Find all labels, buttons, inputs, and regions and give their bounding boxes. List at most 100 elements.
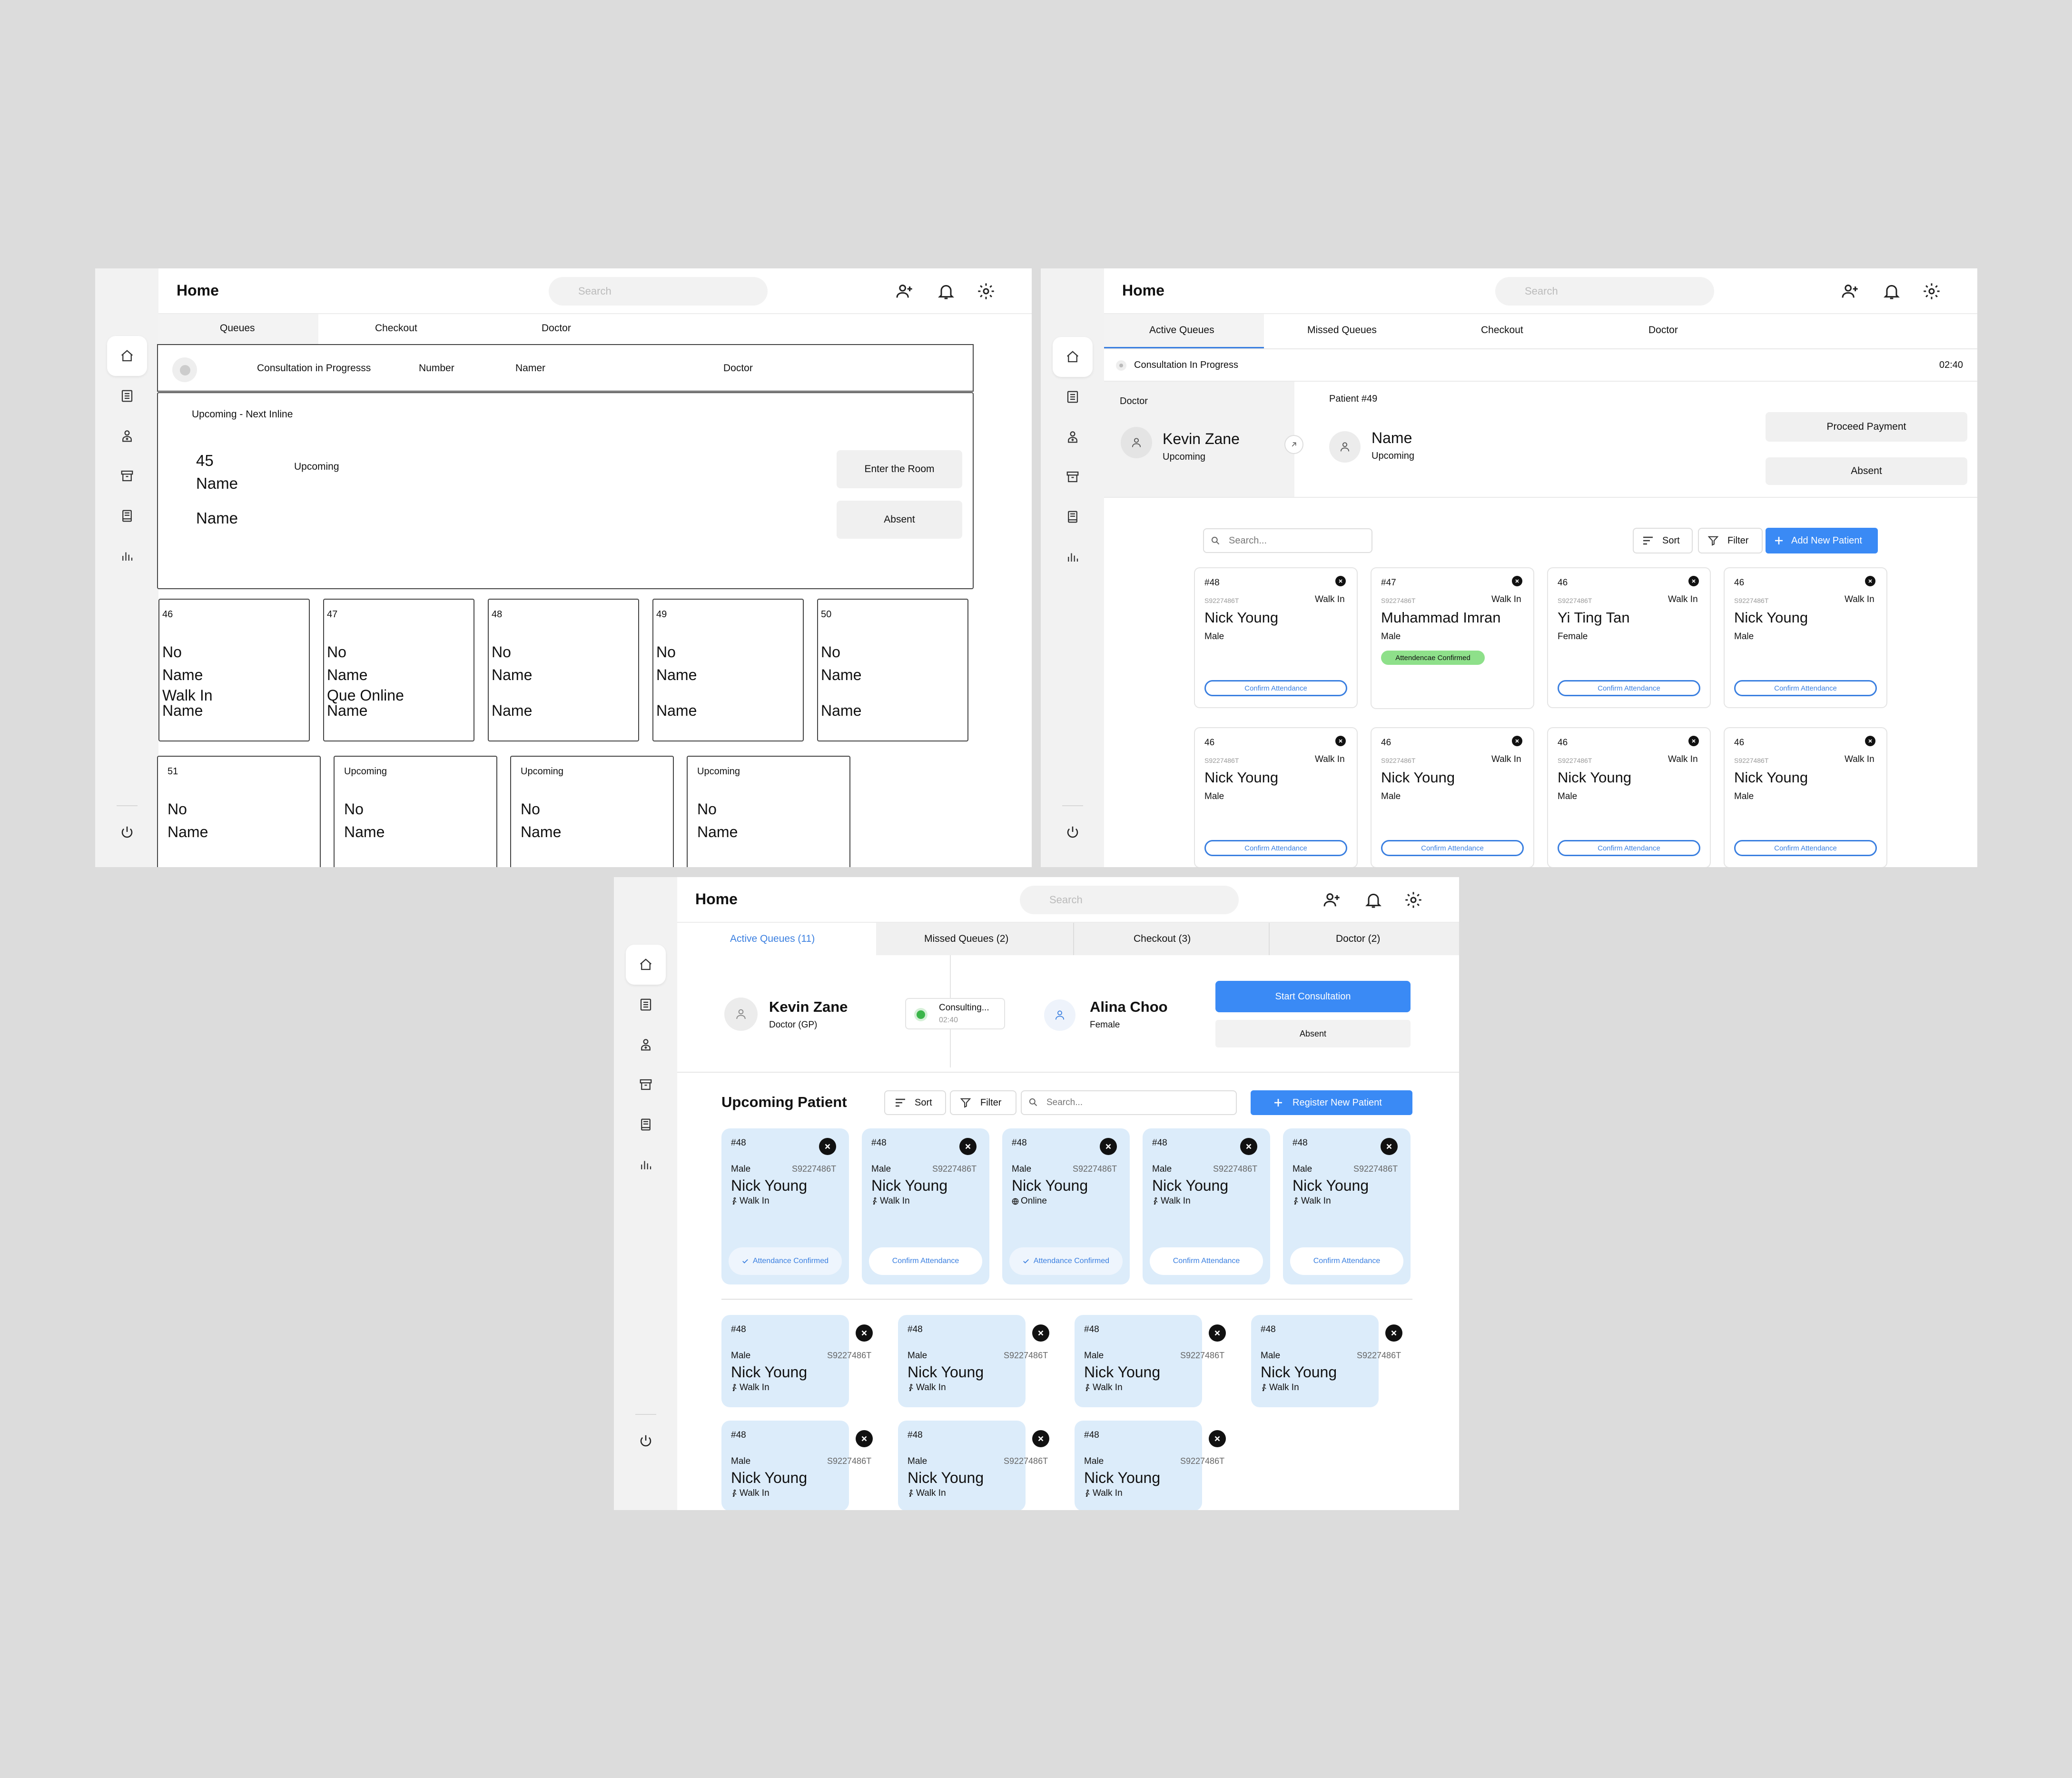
confirm-attendance-button[interactable]: Confirm Attendance [1290,1247,1403,1275]
remove-patient-button[interactable] [1512,736,1522,746]
confirm-attendance-button[interactable]: Confirm Attendance [1204,680,1347,696]
absent-button[interactable]: Absent [837,501,962,539]
logout-button[interactable] [1053,812,1093,852]
header-search-input[interactable]: Search [549,277,768,306]
queue-line-4: Name [821,702,862,719]
start-consultation-button[interactable]: Start Consultation [1215,981,1411,1012]
confirm-attendance-button[interactable]: Confirm Attendance [1150,1247,1263,1275]
remove-patient-button[interactable] [1865,576,1875,586]
sidebar-item-doctor[interactable] [1053,417,1093,457]
doctor-avatar [724,998,758,1031]
remove-patient-button[interactable] [1512,576,1522,586]
patient-search-input[interactable]: Search... [1203,528,1372,553]
visit-type-label: Walk In [1301,1196,1331,1206]
tab-checkout[interactable]: Checkout [1481,325,1523,336]
patient-queue-number: #48 [731,1138,746,1148]
gear-icon[interactable] [977,282,996,301]
gear-icon[interactable] [1404,890,1423,909]
sidebar-item-list[interactable] [626,985,666,1025]
logout-button[interactable] [626,1421,666,1461]
queue-number: 50 [821,609,832,620]
tab-doctor[interactable]: Doctor [1648,325,1678,336]
gear-icon[interactable] [1922,282,1941,301]
sort-button[interactable]: Sort [884,1090,946,1115]
bell-icon[interactable] [937,282,956,301]
tab-checkout[interactable]: Checkout (3) [1134,933,1191,945]
confirm-attendance-button[interactable]: Confirm Attendance [1381,840,1524,856]
patient-gender: Male [908,1456,927,1466]
header-search-input[interactable]: Search [1495,277,1714,306]
add-user-icon[interactable] [1840,282,1859,301]
remove-patient-button[interactable] [856,1324,873,1342]
remove-patient-button[interactable] [1688,576,1699,586]
remove-patient-button[interactable] [1209,1430,1226,1447]
remove-patient-button[interactable] [856,1430,873,1447]
bell-icon[interactable] [1882,282,1901,301]
remove-patient-button[interactable] [1240,1138,1257,1155]
confirm-attendance-button[interactable]: Confirm Attendance [1734,680,1877,696]
patient-visit-type: Walk In [1315,594,1345,604]
remove-patient-button[interactable] [1335,736,1346,746]
tab-missed-queues[interactable]: Missed Queues (2) [924,933,1008,945]
remove-patient-button[interactable] [819,1138,836,1155]
confirm-attendance-button[interactable]: Confirm Attendance [1734,840,1877,856]
sort-button[interactable]: Sort [1633,528,1693,553]
tab-queues[interactable]: Queues [220,323,255,334]
remove-patient-button[interactable] [1381,1138,1398,1155]
sidebar-item-register[interactable] [107,496,147,536]
proceed-payment-button[interactable]: Proceed Payment [1766,412,1967,442]
tab-checkout[interactable]: Checkout [375,323,417,334]
sidebar-item-home[interactable] [626,945,666,985]
confirm-attendance-button[interactable]: Confirm Attendance [1558,840,1700,856]
absent-button[interactable]: Absent [1766,457,1967,485]
queue-number: 46 [162,609,173,620]
remove-patient-button[interactable] [1865,736,1875,746]
tab-doctor[interactable]: Doctor [542,323,571,334]
logout-button[interactable] [107,812,147,852]
enter-room-button[interactable]: Enter the Room [837,450,962,488]
sidebar-item-chart[interactable] [626,1145,666,1185]
tab-missed-queues[interactable]: Missed Queues [1307,325,1377,336]
add-user-icon[interactable] [1322,890,1341,909]
remove-patient-button[interactable] [1032,1324,1049,1342]
remove-patient-button[interactable] [959,1138,977,1155]
swap-icon[interactable] [1284,435,1303,454]
absent-button[interactable]: Absent [1215,1020,1411,1047]
sidebar-item-archive[interactable] [626,1065,666,1105]
sidebar-item-chart[interactable] [1053,537,1093,577]
patient-search-input[interactable]: Search... [1021,1090,1237,1115]
header-search-input[interactable]: Search [1020,886,1239,914]
patient-queue-number: #48 [1084,1324,1099,1334]
remove-patient-button[interactable] [1100,1138,1117,1155]
tab-doctor[interactable]: Doctor (2) [1336,933,1380,945]
patient-id: S9227486T [932,1164,977,1174]
sidebar-item-doctor[interactable] [626,1025,666,1065]
sidebar-item-home[interactable] [1053,337,1093,377]
sidebar-item-register[interactable] [626,1105,666,1145]
remove-patient-button[interactable] [1385,1324,1402,1342]
remove-patient-button[interactable] [1032,1430,1049,1447]
header: Home Search [158,268,1032,314]
confirm-attendance-button[interactable]: Confirm Attendance [1558,680,1700,696]
sidebar-item-home[interactable] [107,336,147,376]
confirm-attendance-button[interactable]: Confirm Attendance [869,1247,982,1275]
add-user-icon[interactable] [895,282,914,301]
confirm-attendance-button[interactable]: Confirm Attendance [1204,840,1347,856]
visit-type-label: Walk In [1093,1383,1123,1393]
queue-line-1: No [656,643,676,661]
bell-icon[interactable] [1364,890,1383,909]
sidebar-item-list[interactable] [107,376,147,416]
filter-button[interactable]: Filter [950,1090,1016,1115]
next-inline-title: Upcoming - Next Inline [192,409,293,420]
tab-active-queues[interactable]: Active Queues [1149,325,1214,336]
sidebar-item-register[interactable] [1053,497,1093,537]
sidebar-item-list[interactable] [1053,377,1093,417]
remove-patient-button[interactable] [1209,1324,1226,1342]
sidebar-item-doctor[interactable] [107,416,147,456]
remove-patient-button[interactable] [1688,736,1699,746]
sidebar-item-chart[interactable] [107,536,147,576]
remove-patient-button[interactable] [1335,576,1346,586]
tab-active-queues[interactable]: Active Queues (11) [730,933,815,945]
sidebar-item-archive[interactable] [1053,457,1093,497]
sidebar-item-archive[interactable] [107,456,147,496]
